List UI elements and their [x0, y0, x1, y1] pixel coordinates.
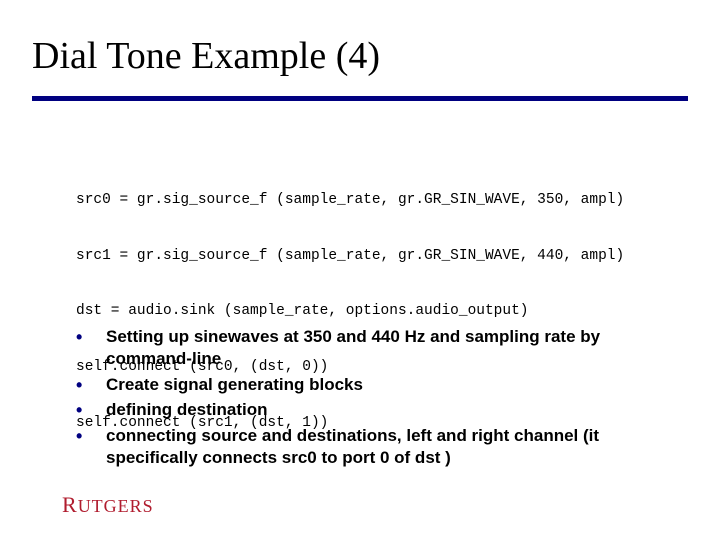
code-line: dst = audio.sink (sample_rate, options.a… — [76, 302, 624, 321]
bullet-text: Setting up sinewaves at 350 and 440 Hz a… — [106, 327, 600, 368]
code-line: src1 = gr.sig_source_f (sample_rate, gr.… — [76, 247, 624, 266]
slide: Dial Tone Example (4) src0 = gr.sig_sour… — [0, 0, 720, 540]
bullet-text: Create signal generating blocks — [106, 375, 363, 394]
title-underline — [32, 96, 688, 101]
bullet-list: Setting up sinewaves at 350 and 440 Hz a… — [70, 326, 680, 473]
bullet-item: connecting source and destinations, left… — [70, 425, 680, 469]
bullet-item: defining destination — [70, 399, 680, 421]
bullet-text: connecting source and destinations, left… — [106, 426, 599, 467]
bullet-text: defining destination — [106, 400, 268, 419]
rutgers-logo: RUTGERS — [62, 492, 154, 518]
bullet-item: Setting up sinewaves at 350 and 440 Hz a… — [70, 326, 680, 370]
bullet-item: Create signal generating blocks — [70, 374, 680, 396]
slide-title: Dial Tone Example (4) — [32, 34, 380, 78]
logo-text-rest: UTGERS — [78, 496, 154, 516]
code-line: src0 = gr.sig_source_f (sample_rate, gr.… — [76, 191, 624, 210]
